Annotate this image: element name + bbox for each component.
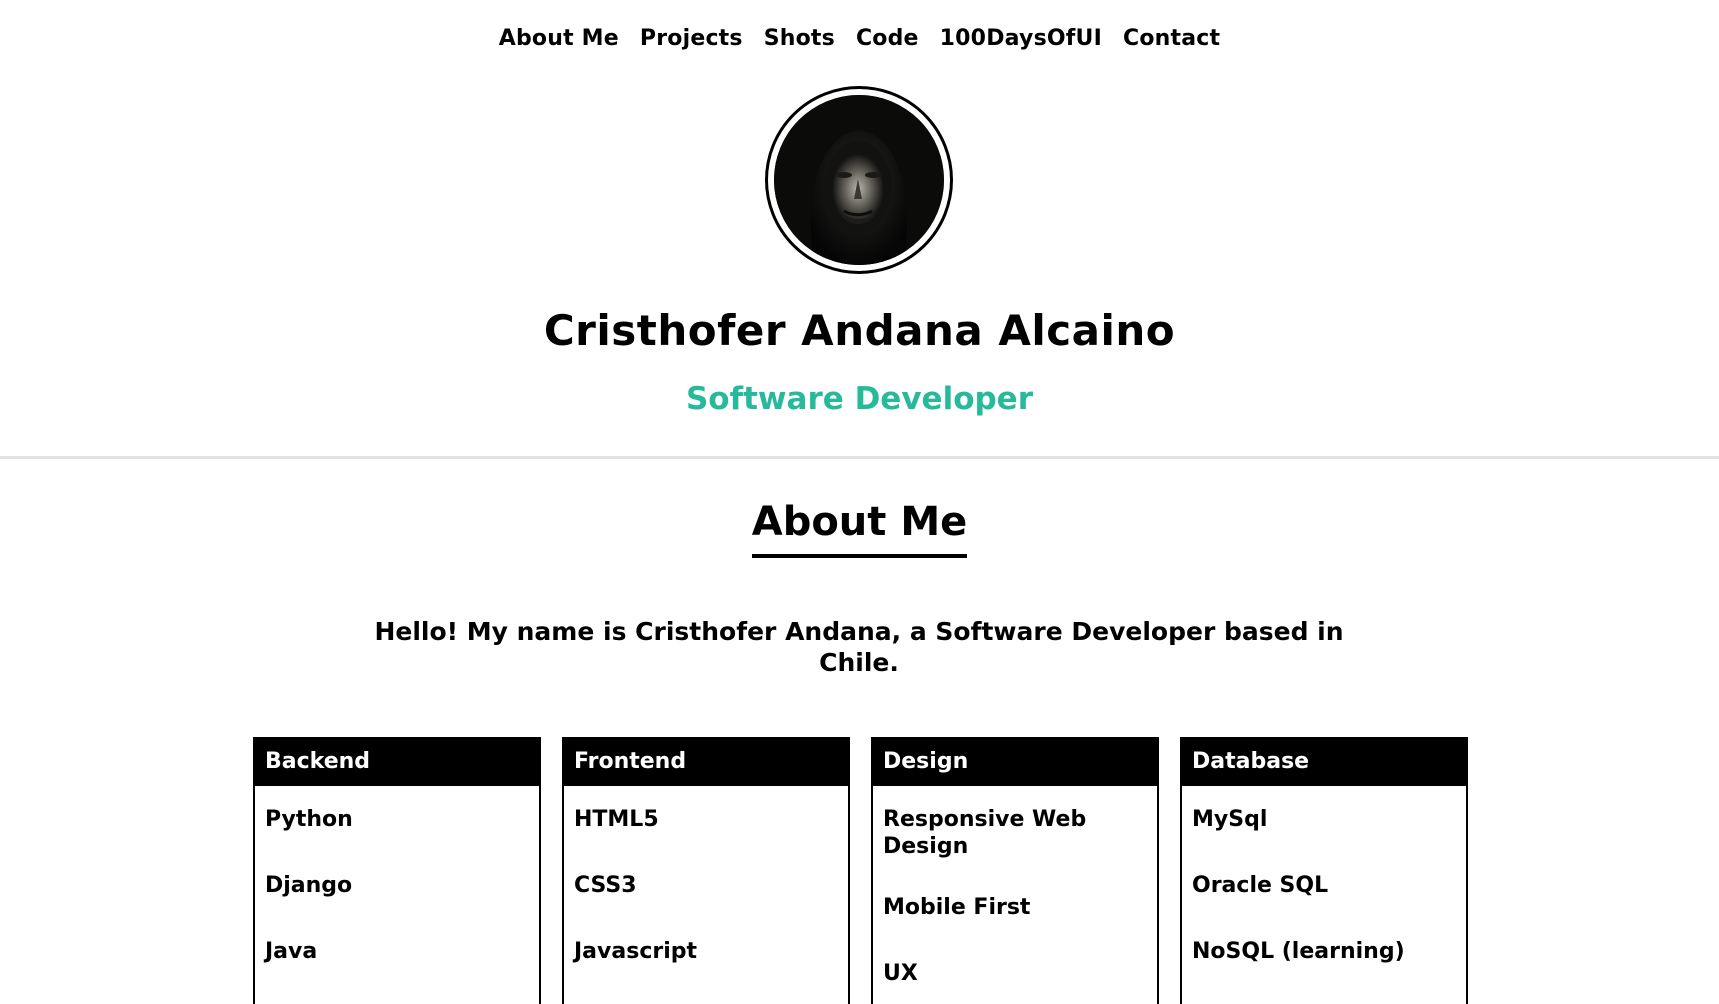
skills-cards: Backend Python Django Java Frontend HTML… bbox=[253, 737, 1468, 1004]
skill-item: NoSQL (learning) bbox=[1192, 939, 1405, 964]
skill-item: MySql bbox=[1192, 807, 1268, 832]
skill-card-design: Design Responsive Web Design Mobile Firs… bbox=[871, 737, 1159, 1004]
profile-role: Software Developer bbox=[685, 381, 1033, 417]
skill-list: HTML5 CSS3 Javascript bbox=[564, 786, 848, 965]
about-intro-text: Hello! My name is Cristhofer Andana, a S… bbox=[374, 617, 1344, 677]
skill-item: CSS3 bbox=[574, 873, 637, 898]
nav-link-100daysofui[interactable]: 100DaysOfUI bbox=[940, 26, 1102, 51]
top-nav: About Me Projects Shots Code 100DaysOfUI… bbox=[0, 26, 1719, 51]
section-divider bbox=[0, 456, 1719, 459]
avatar bbox=[774, 95, 944, 265]
skill-item: Java bbox=[265, 939, 318, 964]
skill-card-title: Design bbox=[873, 739, 1157, 786]
avatar-frame bbox=[765, 86, 953, 274]
skill-item: Mobile First bbox=[883, 895, 1031, 920]
skill-list: MySql Oracle SQL NoSQL (learning) bbox=[1182, 786, 1466, 965]
skill-item: Oracle SQL bbox=[1192, 873, 1329, 898]
about-section-title: About Me bbox=[0, 500, 1719, 558]
skill-item: Javascript bbox=[574, 939, 698, 964]
skill-list: Responsive Web Design Mobile First UX bbox=[873, 786, 1157, 987]
avatar-portrait-image bbox=[774, 95, 944, 265]
about-section-title-text: About Me bbox=[751, 500, 968, 558]
skill-card-backend: Backend Python Django Java bbox=[253, 737, 541, 1004]
nav-link-code[interactable]: Code bbox=[856, 26, 919, 51]
nav-link-projects[interactable]: Projects bbox=[640, 26, 743, 51]
skill-card-frontend: Frontend HTML5 CSS3 Javascript bbox=[562, 737, 850, 1004]
skill-list: Python Django Java bbox=[255, 786, 539, 965]
skill-card-title: Backend bbox=[255, 739, 539, 786]
skill-item: Django bbox=[265, 873, 353, 898]
nav-link-shots[interactable]: Shots bbox=[764, 26, 835, 51]
skill-card-database: Database MySql Oracle SQL NoSQL (learnin… bbox=[1180, 737, 1468, 1004]
skill-item: Python bbox=[265, 807, 353, 832]
page: About Me Projects Shots Code 100DaysOfUI… bbox=[0, 0, 1719, 1004]
skill-item: UX bbox=[883, 961, 918, 986]
profile-name: Cristhofer Andana Alcaino bbox=[543, 306, 1176, 355]
skill-item: HTML5 bbox=[574, 807, 659, 832]
skill-card-title: Frontend bbox=[564, 739, 848, 786]
skill-card-title: Database bbox=[1182, 739, 1466, 786]
nav-link-contact[interactable]: Contact bbox=[1123, 26, 1220, 51]
skill-item: Responsive Web Design bbox=[883, 807, 1087, 859]
nav-link-about-me[interactable]: About Me bbox=[499, 26, 619, 51]
